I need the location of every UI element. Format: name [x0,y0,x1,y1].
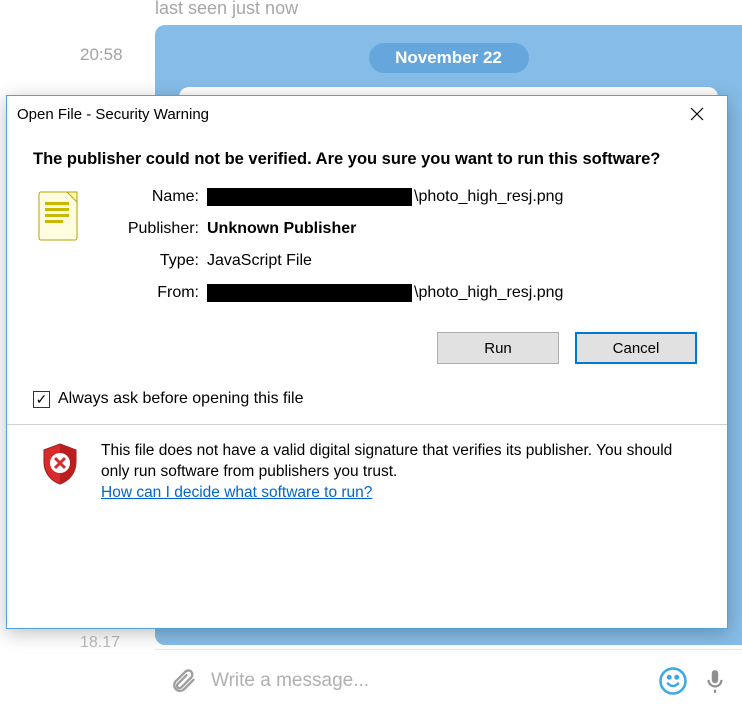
close-button[interactable] [675,99,719,129]
value-from: \photo_high_resj.png [207,284,563,302]
label-name: Name: [103,188,199,206]
value-type: JavaScript File [207,252,563,270]
file-type-icon [33,188,85,246]
value-publisher: Unknown Publisher [207,220,563,238]
always-ask-checkbox[interactable]: ✓ [33,391,50,408]
always-ask-label: Always ask before opening this file [58,390,303,408]
signature-warning-text: This file does not have a valid digital … [101,442,672,480]
emoji-icon[interactable] [658,666,688,696]
help-link[interactable]: How can I decide what software to run? [101,484,372,501]
shield-icon [37,441,83,487]
label-publisher: Publisher: [103,220,199,238]
value-from-suffix: \photo_high_resj.png [414,284,563,302]
chat-timestamp-lower: 18.17 [80,634,120,652]
chat-status-partial: last seen just now [155,0,298,19]
run-button[interactable]: Run [437,332,559,364]
dialog-title: Open File - Security Warning [17,106,209,123]
value-name: \photo_high_resj.png [207,188,563,206]
label-type: Type: [103,252,199,270]
value-name-suffix: \photo_high_resj.png [414,188,563,206]
attachment-icon[interactable] [169,667,197,695]
security-warning-dialog: Open File - Security Warning The publish… [6,95,728,629]
chat-timestamp: 20:58 [80,45,123,65]
redacted-name-path [207,188,412,206]
redacted-from-path [207,284,412,302]
message-input[interactable] [211,670,644,692]
message-input-bar [155,649,742,711]
microphone-icon[interactable] [702,668,728,694]
cancel-button[interactable]: Cancel [575,332,697,364]
warning-heading: The publisher could not be verified. Are… [33,148,701,170]
dialog-titlebar: Open File - Security Warning [7,96,727,132]
label-from: From: [103,284,199,302]
date-badge: November 22 [369,43,529,73]
